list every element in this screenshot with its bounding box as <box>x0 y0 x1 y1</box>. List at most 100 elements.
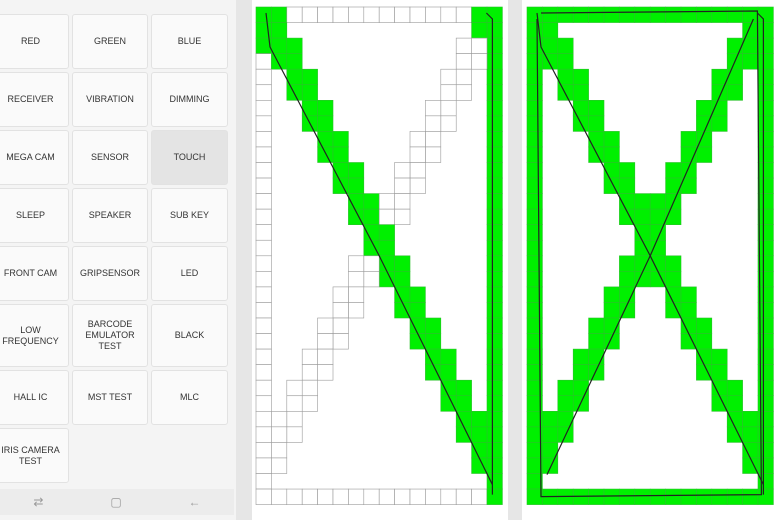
test-button-low-frequency[interactable]: LOW FREQUENCY <box>0 304 69 367</box>
untouched-cell <box>394 193 411 210</box>
untouched-cell <box>394 488 411 505</box>
touched-cell <box>425 364 442 381</box>
home-icon[interactable]: ▢ <box>110 495 121 509</box>
untouched-cell <box>255 53 272 70</box>
touched-cell <box>526 488 543 505</box>
touched-cell <box>742 37 759 54</box>
touched-cell <box>726 379 743 397</box>
test-button-led[interactable]: LED <box>151 246 228 301</box>
test-button-gripsensor[interactable]: GRIPSENSOR <box>72 246 148 301</box>
touched-cell <box>726 37 743 54</box>
touched-cell <box>486 379 503 397</box>
untouched-cell <box>255 68 272 86</box>
touched-cell <box>271 53 288 70</box>
touched-cell <box>757 239 774 257</box>
touched-cell <box>572 348 589 365</box>
touched-cell <box>711 395 728 412</box>
touched-cell <box>757 53 774 70</box>
touch-test-complete[interactable] <box>522 0 780 520</box>
touched-cell <box>526 255 543 272</box>
touched-cell <box>486 457 503 474</box>
test-button-front-cam[interactable]: FRONT CAM <box>0 246 69 301</box>
untouched-cell <box>255 100 272 117</box>
touched-cell <box>526 208 543 225</box>
untouched-cell <box>255 162 272 179</box>
test-button-dimming[interactable]: DIMMING <box>151 72 228 127</box>
test-button-blue[interactable]: BLUE <box>151 14 228 69</box>
touched-cell <box>557 379 574 397</box>
untouched-cell <box>271 442 288 459</box>
test-button-sub-key[interactable]: SUB KEY <box>151 188 228 243</box>
back-icon[interactable]: ← <box>189 495 201 509</box>
untouched-cell <box>471 37 488 54</box>
untouched-cell <box>471 53 488 70</box>
test-button-iris-camera-test[interactable]: IRIS CAMERA TEST <box>0 428 69 483</box>
untouched-cell <box>286 488 303 505</box>
touched-cell <box>619 177 636 194</box>
touched-cell <box>486 317 503 334</box>
touched-cell <box>603 162 620 179</box>
touched-cell <box>649 193 666 210</box>
untouched-cell <box>425 131 442 148</box>
test-button-touch[interactable]: TOUCH <box>151 130 228 185</box>
test-button-mst-test[interactable]: MST TEST <box>72 370 148 425</box>
touched-cell <box>711 379 728 397</box>
touched-cell <box>440 379 457 397</box>
test-button-barcode-emulator-test[interactable]: BARCODE EMULATOR TEST <box>72 304 148 367</box>
test-button-hall-ic[interactable]: HALL IC <box>0 370 69 425</box>
untouched-cell <box>255 333 272 350</box>
touched-cell <box>486 162 503 179</box>
untouched-cell <box>255 115 272 132</box>
touch-test-partial[interactable] <box>252 0 508 520</box>
untouched-cell <box>332 317 349 334</box>
touched-cell <box>409 286 426 303</box>
touched-cell <box>286 53 303 70</box>
touched-cell <box>757 6 774 23</box>
touched-cell <box>634 239 651 257</box>
touched-cell <box>486 364 503 381</box>
touched-cell <box>742 457 759 474</box>
touched-cell <box>486 193 503 210</box>
touched-cell <box>526 6 543 23</box>
test-button-sensor[interactable]: SENSOR <box>72 130 148 185</box>
touched-cell <box>486 6 503 23</box>
touched-cell <box>726 84 743 101</box>
touched-cell <box>757 162 774 179</box>
untouched-cell <box>332 286 349 303</box>
test-button-vibration[interactable]: VIBRATION <box>72 72 148 127</box>
test-button-mega-cam[interactable]: MEGA CAM <box>0 130 69 185</box>
untouched-cell <box>255 271 272 288</box>
untouched-cell <box>455 6 472 23</box>
touched-cell <box>440 364 457 381</box>
test-button-red[interactable]: RED <box>0 14 69 69</box>
touched-cell <box>726 395 743 412</box>
touched-cell <box>542 426 559 443</box>
navigation-bar: ⇄ ▢ ← <box>0 489 234 515</box>
touched-cell <box>486 348 503 365</box>
untouched-cell <box>348 302 365 319</box>
untouched-cell <box>271 410 288 428</box>
test-button-sleep[interactable]: SLEEP <box>0 188 69 243</box>
test-button-green[interactable]: GREEN <box>72 14 148 69</box>
recent-apps-icon[interactable]: ⇄ <box>33 495 43 509</box>
touched-cell <box>425 317 442 334</box>
touched-cell <box>711 68 728 86</box>
touched-cell <box>619 488 636 505</box>
touched-cell <box>665 208 682 225</box>
touched-cell <box>486 395 503 412</box>
touched-cell <box>526 286 543 303</box>
test-button-receiver[interactable]: RECEIVER <box>0 72 69 127</box>
touched-cell <box>526 457 543 474</box>
touched-cell <box>649 271 666 288</box>
touched-cell <box>440 348 457 365</box>
test-button-speaker[interactable]: SPEAKER <box>72 188 148 243</box>
touched-cell <box>665 488 682 505</box>
touched-cell <box>301 84 318 101</box>
test-button-mlc[interactable]: MLC <box>151 370 228 425</box>
test-button-black[interactable]: BLACK <box>151 304 228 367</box>
touched-cell <box>757 37 774 54</box>
touched-cell <box>317 100 334 117</box>
untouched-cell <box>301 379 318 397</box>
touched-cell <box>665 162 682 179</box>
touched-cell <box>649 255 666 272</box>
